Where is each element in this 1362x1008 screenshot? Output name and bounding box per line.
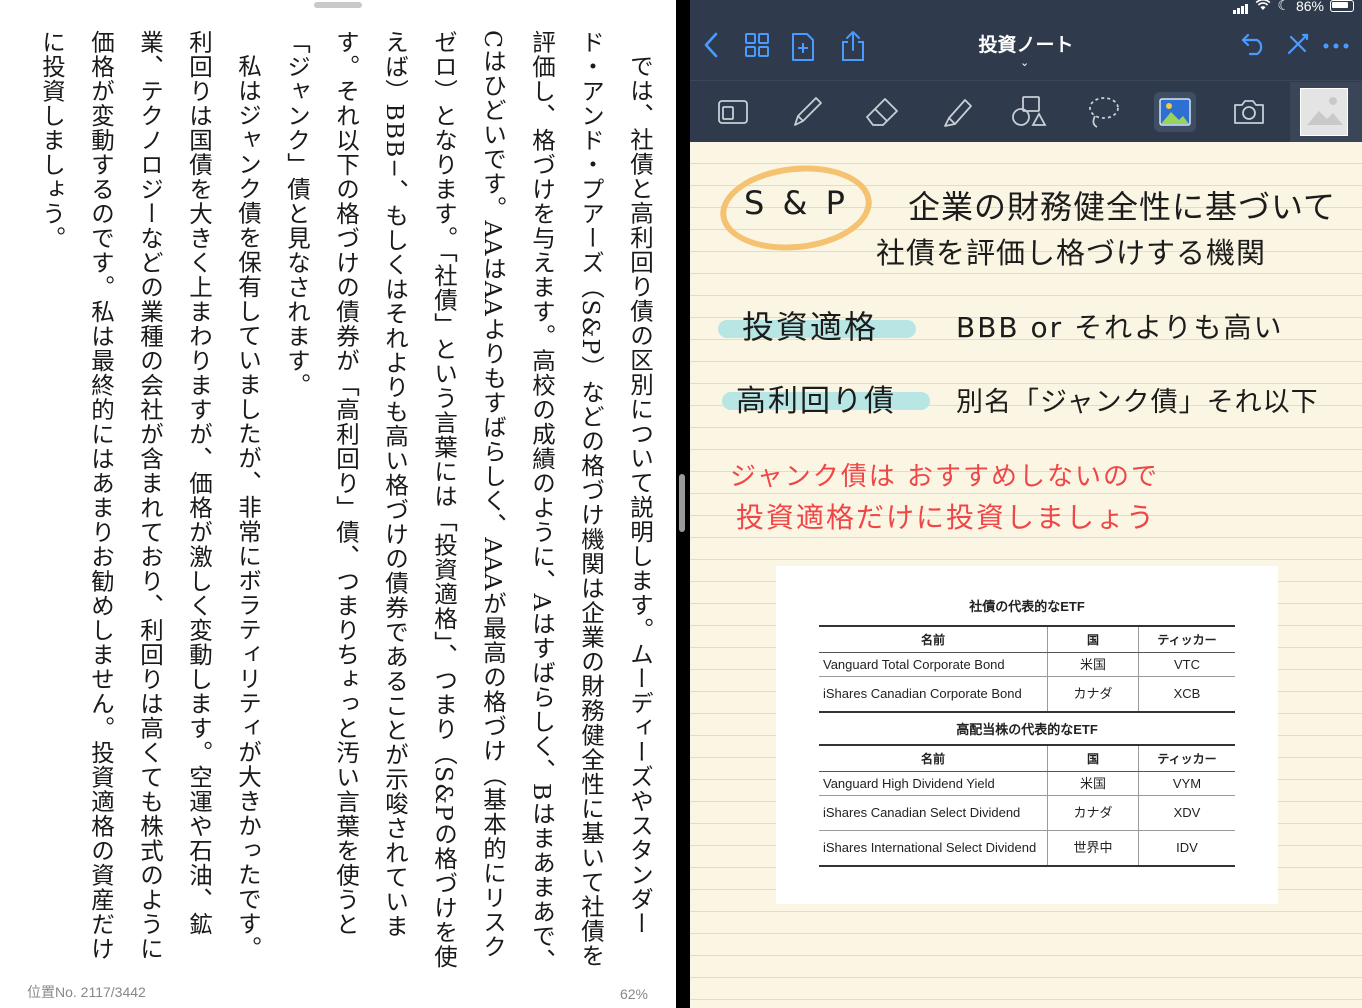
goodnotes-app: ☾ 86% 投資ノート ⌄ S & P 企業の財務健全性に基づいて 社債を評価し… [690, 0, 1362, 1008]
etf-country: 米国 [1047, 652, 1139, 677]
battery-icon [1330, 0, 1354, 12]
table-row: iShares Canadian Corporate Bond カナダ XCB [819, 676, 1235, 713]
highlighter-icon[interactable] [936, 92, 978, 132]
page-thumbnail[interactable] [1300, 88, 1348, 136]
col-header-ticker: ティッカー [1138, 625, 1235, 653]
note-red-1: ジャンク債は おすすめしないので [730, 462, 1159, 492]
pen-icon[interactable] [786, 92, 828, 132]
book-paragraph: 私はジャンク債を保有していましたが、非常にボラティリティが大きかったです。利回り… [38, 30, 262, 961]
multitasking-grabber[interactable] [314, 2, 362, 8]
image-icon[interactable] [1154, 92, 1196, 132]
wifi-icon [1255, 0, 1271, 14]
table-row: iShares International Select Dividend 世界… [819, 830, 1235, 867]
etf-ticker: XDV [1138, 795, 1235, 831]
eraser-icon[interactable] [860, 92, 902, 132]
progress-percent: 62% [619, 986, 648, 1002]
etf-table2: 名前 国 ティッカー Vanguard High Dividend Yield … [819, 744, 1235, 867]
split-view-handle[interactable] [679, 474, 685, 532]
note-investment-grade: 投資適格 [742, 308, 879, 346]
note-high-yield-desc: 別名「ジャンク債」それ以下 [956, 387, 1319, 418]
more-icon[interactable] [1322, 42, 1350, 50]
col-header-name: 名前 [819, 625, 1048, 653]
etf-country: 世界中 [1047, 830, 1139, 867]
note-high-yield: 高利回り債 [736, 384, 896, 419]
notebook-page[interactable]: S & P 企業の財務健全性に基づいて 社債を評価し格づけする機関 投資適格 B… [690, 142, 1362, 1008]
camera-icon[interactable] [1228, 92, 1270, 132]
col-header-name: 名前 [819, 744, 1048, 772]
etf-name: iShares International Select Dividend [819, 830, 1048, 867]
col-header-country: 国 [1047, 744, 1139, 772]
moon-icon: ☾ [1277, 0, 1290, 13]
etf-name: iShares Canadian Corporate Bond [819, 676, 1048, 713]
etf-name: iShares Canadian Select Dividend [819, 795, 1048, 831]
navigation-bar: ☾ 86% 投資ノート ⌄ [690, 0, 1362, 80]
etf-table1: 名前 国 ティッカー Vanguard Total Corporate Bond… [819, 625, 1235, 713]
cellular-icon [1233, 0, 1249, 14]
table-row: Vanguard Total Corporate Bond 米国 VTC [819, 652, 1235, 677]
etf-country: カナダ [1047, 676, 1139, 713]
col-header-ticker: ティッカー [1138, 744, 1235, 772]
etf-ticker: VYM [1138, 771, 1235, 796]
status-bar: ☾ 86% [1233, 0, 1354, 14]
note-sp: S & P [744, 184, 849, 222]
etf-ticker: XCB [1138, 676, 1235, 713]
battery-percent: 86% [1295, 0, 1324, 14]
shapes-icon[interactable] [1008, 92, 1050, 132]
pen-close-icon[interactable] [1286, 32, 1310, 56]
book-text[interactable]: では、社債と高利回り債の区別について説明します。ムーディーズやスタンダード・アン… [30, 30, 664, 980]
note-sp-desc-2: 社債を評価し格づけする機関 [876, 236, 1267, 270]
title-chevron-icon[interactable]: ⌄ [1020, 56, 1029, 69]
etf-table1-title: 社債の代表的なETF [969, 599, 1085, 614]
etf-name: Vanguard High Dividend Yield [819, 771, 1048, 796]
etf-ticker: VTC [1138, 652, 1235, 677]
note-investment-grade-desc: BBB or それよりも高い [956, 311, 1284, 344]
zoom-window-icon[interactable] [712, 92, 754, 132]
etf-table2-title: 高配当株の代表的なETF [956, 722, 1098, 737]
page-thumbnail-strip [1290, 82, 1362, 142]
undo-icon[interactable] [1240, 32, 1268, 56]
etf-name: Vanguard Total Corporate Bond [819, 652, 1048, 677]
kindle-reader: では、社債と高利回り債の区別について説明します。ムーディーズやスタンダード・アン… [0, 0, 676, 1008]
note-sp-desc-1: 企業の財務健全性に基づいて [908, 188, 1337, 226]
lasso-icon[interactable] [1082, 92, 1124, 132]
etf-ticker: IDV [1138, 830, 1235, 867]
book-paragraph: では、社債と高利回り債の区別について説明します。ムーディーズやスタンダード・アン… [283, 30, 654, 973]
table-row: Vanguard High Dividend Yield 米国 VYM [819, 771, 1235, 796]
note-red-2: 投資適格だけに投資しましょう [736, 501, 1157, 534]
etf-country: 米国 [1047, 771, 1139, 796]
col-header-country: 国 [1047, 625, 1139, 653]
table-row: iShares Canadian Select Dividend カナダ XDV [819, 795, 1235, 831]
etf-table-image[interactable]: 社債の代表的なETF 名前 国 ティッカー Vanguard Total Cor… [776, 566, 1278, 904]
etf-country: カナダ [1047, 795, 1139, 831]
location-label: 位置No. 2117/3442 [27, 984, 146, 1000]
